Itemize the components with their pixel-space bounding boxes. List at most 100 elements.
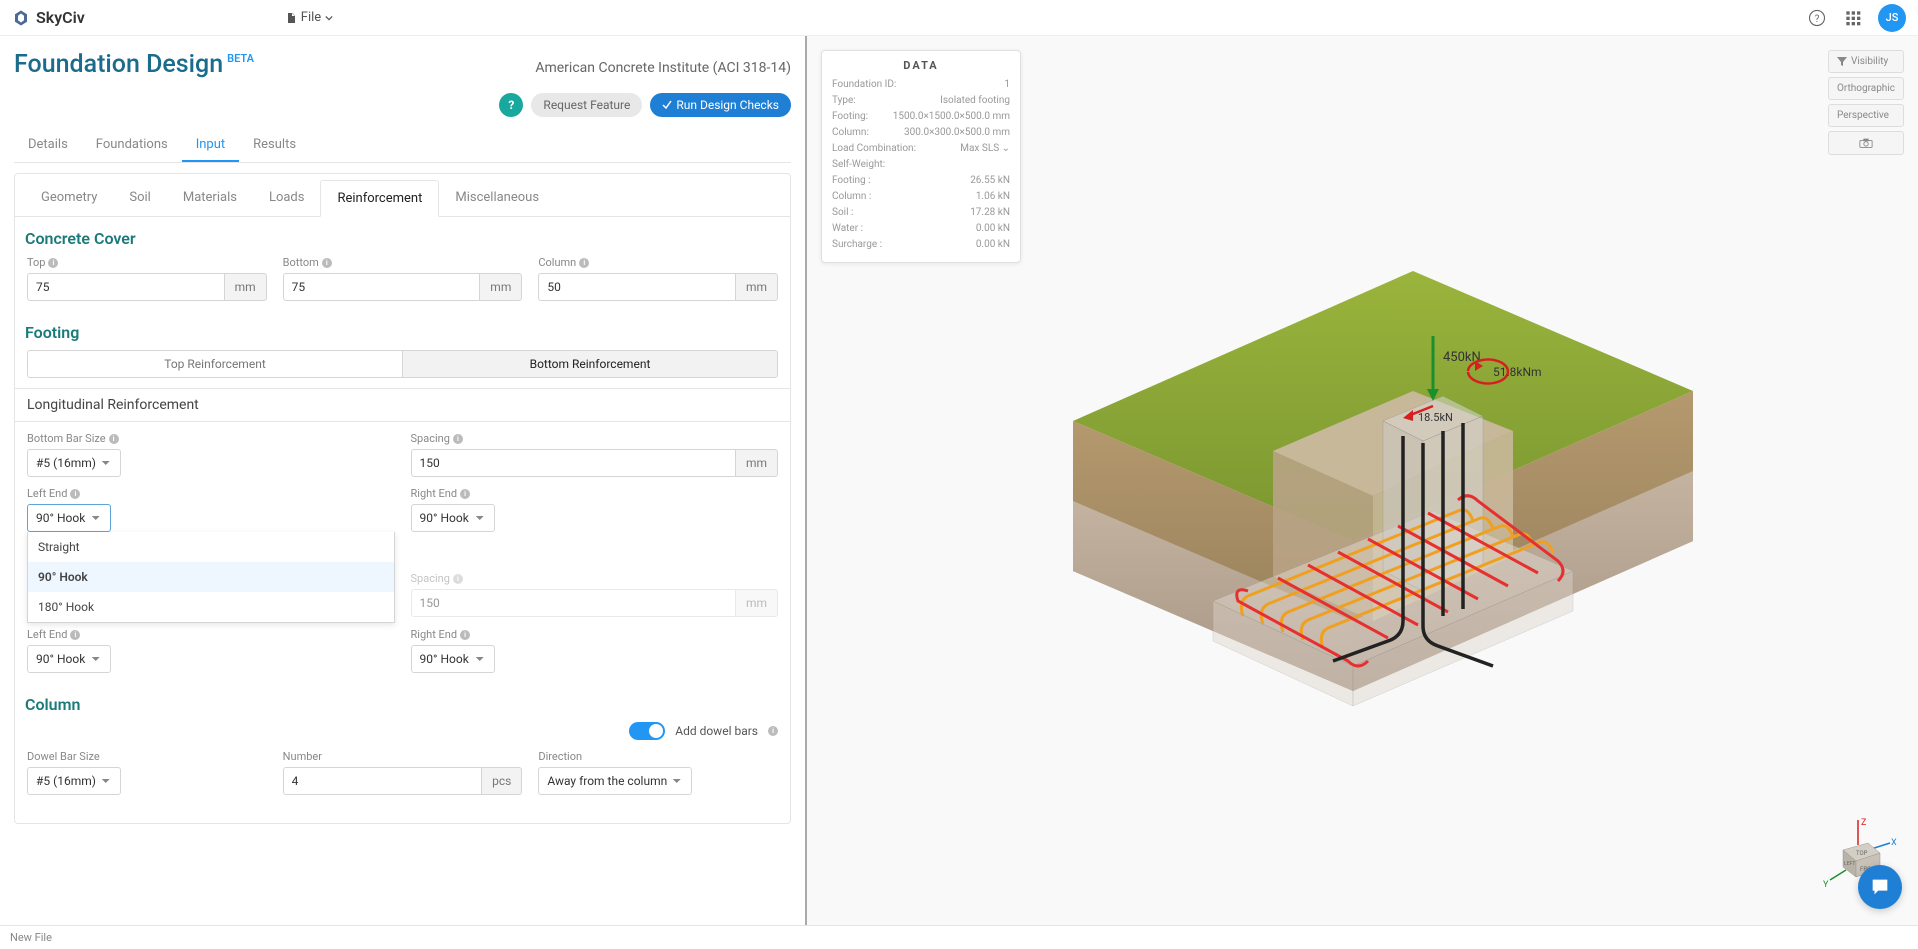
info-icon[interactable]: i: [70, 489, 80, 499]
label-cover-column: Columni: [538, 256, 778, 269]
svg-text:LEFT: LEFT: [1844, 861, 1855, 867]
dropdown-opt-straight[interactable]: Straight: [28, 532, 394, 562]
file-menu[interactable]: File: [285, 10, 333, 25]
dropdown-opt-90hook[interactable]: 90° Hook: [28, 562, 394, 592]
seg-bottom-reinforcement[interactable]: Bottom Reinforcement: [403, 351, 777, 377]
tab-details[interactable]: Details: [14, 129, 82, 162]
viewport-pane[interactable]: 450kN 51.8kNm 18.5kN DATA Foundation ID:…: [805, 36, 1918, 925]
data-row: Type:Isolated footing: [832, 94, 1010, 108]
unit-pcs: pcs: [482, 767, 522, 795]
file-menu-label: File: [301, 10, 321, 25]
input-spacing[interactable]: [411, 449, 736, 477]
section-column: Column: [15, 683, 790, 722]
help-button[interactable]: ?: [499, 93, 523, 117]
page-title: Foundation Design: [14, 50, 223, 79]
svg-text:?: ?: [1815, 13, 1820, 24]
info-icon[interactable]: i: [48, 258, 58, 268]
info-icon[interactable]: i: [768, 726, 778, 736]
status-file: New File: [10, 931, 52, 944]
subtab-soil[interactable]: Soil: [113, 180, 166, 216]
left-pane: Foundation Design BETA American Concrete…: [0, 36, 805, 925]
section-footing: Footing: [15, 311, 790, 350]
select-right-end[interactable]: 90° Hook: [411, 504, 495, 532]
dropdown-opt-180hook[interactable]: 180° Hook: [28, 592, 394, 622]
info-icon[interactable]: i: [70, 630, 80, 640]
chevron-down-icon: [325, 14, 333, 22]
tab-foundations[interactable]: Foundations: [82, 129, 182, 162]
foundation-3d-render: 450kN 51.8kNm 18.5kN: [1013, 221, 1713, 741]
seg-top-reinforcement[interactable]: Top Reinforcement: [28, 351, 403, 377]
svg-text:X: X: [1891, 838, 1897, 848]
run-design-checks-button[interactable]: Run Design Checks: [650, 93, 791, 117]
orthographic-button[interactable]: Orthographic: [1828, 77, 1904, 100]
select-left-end-2[interactable]: 90° Hook: [27, 645, 111, 673]
axis-orientation-cube[interactable]: Z X Y TOP FRONT LEFT: [1818, 815, 1878, 875]
longitudinal-title: Longitudinal Reinforcement: [15, 388, 790, 422]
input-number[interactable]: [283, 767, 482, 795]
perspective-button[interactable]: Perspective: [1828, 104, 1904, 127]
input-card: Geometry Soil Materials Loads Reinforcem…: [14, 173, 791, 824]
info-icon[interactable]: i: [453, 574, 463, 584]
info-icon[interactable]: i: [460, 630, 470, 640]
data-row: Column:300.0×300.0×500.0 mm: [832, 126, 1010, 140]
svg-text:18.5kN: 18.5kN: [1418, 411, 1453, 424]
toggle-label: Add dowel bars: [675, 724, 758, 738]
input-spacing-2[interactable]: [411, 589, 736, 617]
data-row: Footing :26.55 kN: [832, 174, 1010, 188]
data-row: Water :0.00 kN: [832, 222, 1010, 236]
select-bottom-bar-size[interactable]: #5 (16mm): [27, 449, 121, 477]
left-end-dropdown: Straight 90° Hook 180° Hook: [27, 532, 395, 623]
brand-logo: SkyCiv: [12, 8, 85, 27]
check-icon: [662, 100, 672, 110]
chat-icon: [1869, 876, 1891, 898]
topbar-right: ? JS: [1806, 4, 1906, 32]
camera-button[interactable]: [1828, 131, 1904, 155]
filter-icon: [1837, 57, 1847, 67]
tab-results[interactable]: Results: [239, 129, 310, 162]
data-row: Soil :17.28 kN: [832, 206, 1010, 220]
beta-badge: BETA: [227, 52, 254, 65]
toggle-dowel-bars[interactable]: [629, 722, 665, 740]
select-right-end-2[interactable]: 90° Hook: [411, 645, 495, 673]
file-icon: [285, 12, 297, 24]
input-cover-column[interactable]: [538, 273, 736, 301]
help-icon[interactable]: ?: [1806, 7, 1828, 29]
info-icon[interactable]: i: [460, 489, 470, 499]
subtab-reinforcement[interactable]: Reinforcement: [320, 180, 439, 217]
label-spacing-2: Spacingi: [411, 572, 779, 585]
statusbar: New File: [0, 925, 1918, 949]
chat-button[interactable]: [1858, 865, 1902, 909]
svg-text:Z: Z: [1861, 818, 1867, 828]
input-cover-top[interactable]: [27, 273, 225, 301]
unit-mm: mm: [480, 273, 522, 301]
label-right-end-2: Right Endi: [411, 628, 779, 641]
subtab-geometry[interactable]: Geometry: [25, 180, 113, 216]
run-button-label: Run Design Checks: [676, 98, 779, 112]
subtab-miscellaneous[interactable]: Miscellaneous: [439, 180, 555, 216]
unit-mm: mm: [736, 449, 778, 477]
request-feature-button[interactable]: Request Feature: [531, 93, 642, 117]
input-cover-bottom[interactable]: [283, 273, 481, 301]
select-left-end[interactable]: 90° Hook: [27, 504, 111, 532]
skyciv-icon: [12, 9, 30, 27]
avatar[interactable]: JS: [1878, 4, 1906, 32]
data-row: Surcharge :0.00 kN: [832, 238, 1010, 252]
camera-icon: [1859, 137, 1873, 149]
data-panel-title: DATA: [832, 59, 1010, 72]
subtab-materials[interactable]: Materials: [167, 180, 253, 216]
apps-icon[interactable]: [1842, 7, 1864, 29]
label-left-end: Left Endi: [27, 487, 395, 500]
info-icon[interactable]: i: [322, 258, 332, 268]
subtab-loads[interactable]: Loads: [253, 180, 321, 216]
info-icon[interactable]: i: [109, 434, 119, 444]
info-icon[interactable]: i: [579, 258, 589, 268]
select-direction[interactable]: Away from the column: [538, 767, 692, 795]
select-dowel-size[interactable]: #5 (16mm): [27, 767, 121, 795]
visibility-button[interactable]: Visibility: [1828, 50, 1904, 73]
unit-mm: mm: [736, 273, 778, 301]
info-icon[interactable]: i: [453, 434, 463, 444]
tab-input[interactable]: Input: [182, 129, 239, 162]
data-row: Footing:1500.0×1500.0×500.0 mm: [832, 110, 1010, 124]
section-concrete-cover: Concrete Cover: [15, 217, 790, 256]
data-panel: DATA Foundation ID:1Type:Isolated footin…: [821, 50, 1021, 263]
